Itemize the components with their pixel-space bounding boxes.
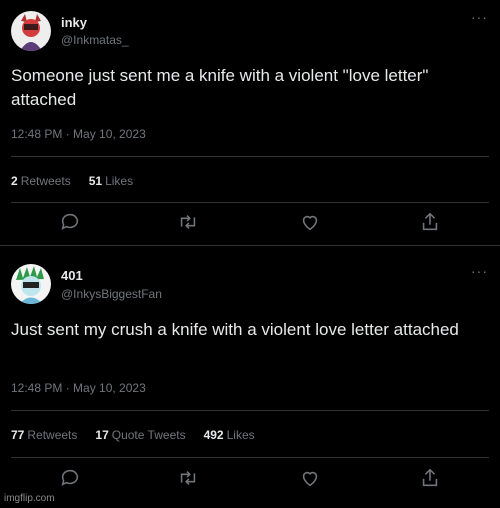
tweet-stats: 77 Retweets 17 Quote Tweets 492 Likes [11, 428, 255, 442]
reply-icon[interactable] [59, 211, 81, 233]
display-name[interactable]: inky [61, 15, 87, 30]
like-icon[interactable] [299, 211, 321, 233]
action-bar [0, 467, 500, 491]
more-options-icon[interactable]: ··· [471, 9, 488, 25]
tweet-timestamp[interactable]: 12:48 PM · May 10, 2023 [11, 127, 146, 141]
share-icon[interactable] [419, 467, 441, 489]
user-handle[interactable]: @InkysBiggestFan [61, 287, 162, 301]
divider [11, 202, 489, 203]
avatar[interactable] [11, 264, 51, 304]
likes-stat[interactable]: 492 Likes [204, 428, 255, 442]
display-name[interactable]: 401 [61, 268, 83, 283]
action-bar [0, 211, 500, 235]
user-handle[interactable]: @Inkmatas_ [61, 33, 129, 47]
tweet-timestamp[interactable]: 12:48 PM · May 10, 2023 [11, 381, 146, 395]
share-icon[interactable] [419, 211, 441, 233]
like-icon[interactable] [299, 467, 321, 489]
more-options-icon[interactable]: ··· [471, 263, 488, 279]
retweet-icon[interactable] [177, 211, 199, 233]
tweet-1: inky @Inkmatas_ ··· Someone just sent me… [0, 0, 500, 250]
divider [0, 245, 500, 246]
avatar[interactable] [11, 11, 51, 51]
quote-tweets-stat[interactable]: 17 Quote Tweets [95, 428, 185, 442]
retweets-stat[interactable]: 2 Retweets [11, 174, 71, 188]
retweets-stat[interactable]: 77 Retweets [11, 428, 77, 442]
tweet-text: Someone just sent me a knife with a viol… [11, 66, 429, 109]
reply-icon[interactable] [59, 467, 81, 489]
divider [11, 457, 489, 458]
tweet-text: Just sent my crush a knife with a violen… [11, 320, 459, 339]
watermark: imgflip.com [4, 493, 55, 504]
tweet-2: 401 @InkysBiggestFan ··· Just sent my cr… [0, 254, 500, 508]
divider [11, 156, 489, 157]
retweet-icon[interactable] [177, 467, 199, 489]
tweet-stats: 2 Retweets 51 Likes [11, 174, 133, 188]
divider [11, 410, 489, 411]
likes-stat[interactable]: 51 Likes [89, 174, 133, 188]
